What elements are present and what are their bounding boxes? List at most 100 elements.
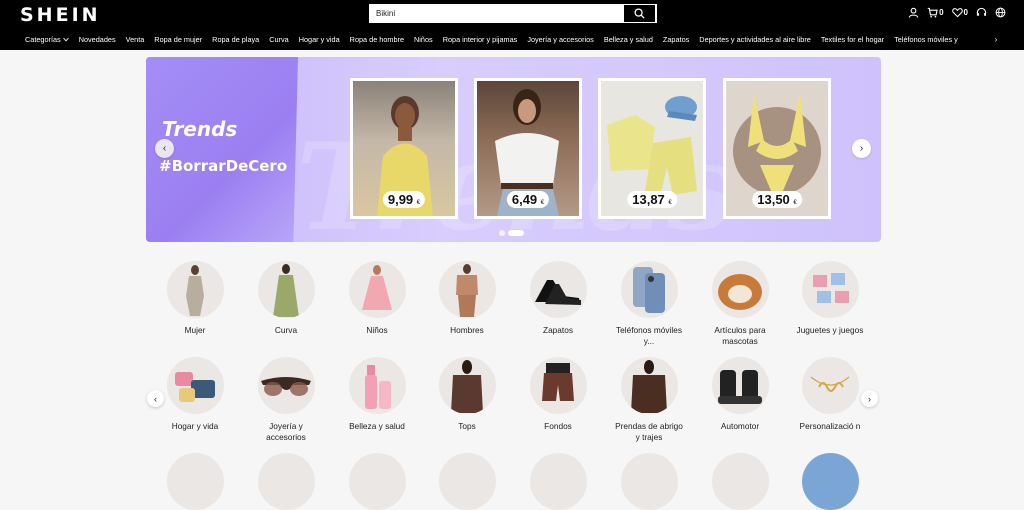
category-hombres[interactable]: Hombres <box>422 261 512 336</box>
product-price: 13,87 € <box>627 191 677 208</box>
category-image <box>529 357 587 414</box>
category-partial[interactable] <box>150 453 240 510</box>
banner-pagination <box>499 230 524 236</box>
shein-logo[interactable]: SHEIN <box>20 4 101 26</box>
category-label: Joyería y accesorios <box>266 421 306 442</box>
pagination-dot-active[interactable] <box>508 230 524 236</box>
category-image <box>166 453 224 510</box>
trends-banner[interactable]: Trends Trends #BorrarDeCero ‹ 9,99 € 6,4… <box>146 57 881 242</box>
category-zapatos[interactable]: Zapatos <box>513 261 603 336</box>
pagination-dot[interactable] <box>499 230 505 236</box>
nav-item-hogar[interactable]: Hogar y vida <box>299 30 340 50</box>
nav-item-textiles[interactable]: Textiles for el hogar <box>821 30 884 50</box>
category-label: Tops <box>458 421 476 431</box>
product-image: 13,50 € <box>726 81 828 216</box>
banner-product-card[interactable]: 6,49 € <box>474 78 582 219</box>
globe-icon <box>995 7 1006 18</box>
category-label: Hogar y vida <box>171 421 219 431</box>
nav-item-zapatos[interactable]: Zapatos <box>663 30 689 50</box>
category-partial[interactable] <box>785 453 875 510</box>
category-tops[interactable]: Tops <box>422 357 512 432</box>
wishlist-button[interactable]: 0 <box>951 7 968 18</box>
category-label: Automotor <box>720 421 760 431</box>
search-button[interactable] <box>624 5 655 22</box>
category-curva[interactable]: Curva <box>241 261 331 336</box>
chevron-right-icon: › <box>859 143 864 154</box>
category-mujer[interactable]: Mujer <box>150 261 240 336</box>
product-price: 9,99 € <box>382 191 426 208</box>
category-partial[interactable] <box>241 453 331 510</box>
category-partial[interactable] <box>695 453 785 510</box>
category-partial[interactable] <box>332 453 422 510</box>
account-button[interactable] <box>908 7 919 18</box>
category-image <box>348 453 406 510</box>
nav-item-categorias[interactable]: Categorías <box>25 30 69 50</box>
category-partial[interactable] <box>513 453 603 510</box>
nav-item-curva[interactable]: Curva <box>269 30 288 50</box>
top-header: SHEIN 0 0 <box>0 0 1024 30</box>
category-automotor[interactable]: Automotor <box>695 357 785 432</box>
category-hogar[interactable]: Hogar y vida <box>150 357 240 432</box>
nav-item-joyeria[interactable]: Joyería y accesorios <box>527 30 594 50</box>
category-label: Artículos para mascotas <box>714 325 766 346</box>
banner-prev-button[interactable]: ‹ <box>155 139 174 158</box>
category-label: Juguetes y juegos <box>796 325 864 335</box>
category-label: Niños <box>366 325 388 335</box>
categories-next-button[interactable]: › <box>861 390 878 407</box>
nav-item-ropa-interior[interactable]: Ropa interior y pijamas <box>443 30 518 50</box>
cart-button[interactable]: 0 <box>927 7 944 18</box>
category-belleza[interactable]: Belleza y salud <box>332 357 422 432</box>
category-image <box>348 357 406 414</box>
trends-logo: Trends <box>162 117 238 141</box>
search-icon <box>634 8 645 19</box>
category-label: Fondos <box>544 421 572 431</box>
category-fondos[interactable]: Fondos <box>513 357 603 432</box>
search-input[interactable] <box>370 5 624 22</box>
category-image <box>711 453 769 510</box>
banner-next-button[interactable]: › <box>852 139 871 158</box>
category-nav: Categorías Novedades Venta Ropa de mujer… <box>0 30 1024 50</box>
header-actions: 0 0 <box>908 7 1006 18</box>
category-partial[interactable] <box>604 453 694 510</box>
category-label: Prendas de abrigo y trajes <box>615 421 683 442</box>
nav-item-telefonos[interactable]: Teléfonos móviles y <box>894 30 958 50</box>
heart-icon <box>951 8 963 18</box>
category-mascotas[interactable]: Artículos para mascotas <box>695 261 785 347</box>
category-juguetes[interactable]: Juguetes y juegos <box>785 261 875 336</box>
nav-scroll-button[interactable]: › <box>990 34 1002 46</box>
nav-item-belleza[interactable]: Belleza y salud <box>604 30 653 50</box>
category-label: Curva <box>274 325 298 335</box>
category-partial[interactable] <box>422 453 512 510</box>
category-telefonos[interactable]: Teléfonos móviles y... <box>604 261 694 347</box>
product-price: 13,50 € <box>752 191 802 208</box>
chevron-left-icon: ‹ <box>162 143 167 154</box>
category-label: Zapatos <box>543 325 573 335</box>
category-image <box>801 357 859 414</box>
language-button[interactable] <box>995 7 1006 18</box>
chevron-down-icon <box>62 37 69 42</box>
nav-item-ninos[interactable]: Niños <box>414 30 433 50</box>
nav-item-ropa-playa[interactable]: Ropa de playa <box>212 30 259 50</box>
category-ninos[interactable]: Niños <box>332 261 422 336</box>
nav-item-novedades[interactable]: Novedades <box>79 30 116 50</box>
category-abrigo[interactable]: Prendas de abrigo y trajes <box>604 357 694 443</box>
product-image: 9,99 € <box>353 81 455 216</box>
category-image <box>438 453 496 510</box>
nav-item-ropa-mujer[interactable]: Ropa de mujer <box>154 30 202 50</box>
product-image: 13,87 € <box>601 81 703 216</box>
nav-item-venta[interactable]: Venta <box>126 30 145 50</box>
category-joyeria[interactable]: Joyería y accesorios <box>241 357 331 443</box>
banner-product-card[interactable]: 13,50 € <box>723 78 831 219</box>
product-price: 6,49 € <box>506 191 550 208</box>
banner-product-card[interactable]: 9,99 € <box>350 78 458 219</box>
category-image <box>801 261 859 318</box>
banner-product-card[interactable]: 13,87 € <box>598 78 706 219</box>
category-image <box>620 261 678 318</box>
wishlist-count: 0 <box>963 8 968 17</box>
chevron-right-icon: › <box>994 35 998 44</box>
support-button[interactable] <box>976 7 987 18</box>
cart-count: 0 <box>939 8 944 17</box>
nav-item-deportes[interactable]: Deportes y actividades al aire libre <box>699 30 811 50</box>
nav-item-ropa-hombre[interactable]: Ropa de hombre <box>350 30 404 50</box>
user-icon <box>908 7 919 18</box>
